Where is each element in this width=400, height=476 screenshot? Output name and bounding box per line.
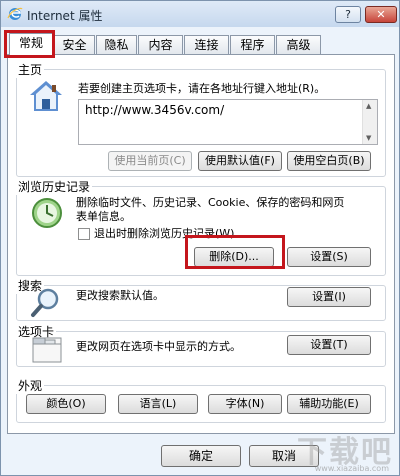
homepage-url: http://www.3456v.com/ xyxy=(85,103,225,117)
homepage-url-box[interactable]: http://www.3456v.com/ ▲ ▼ xyxy=(78,99,378,145)
watermark-url: www.xiazaiba.com xyxy=(314,464,389,473)
help-button[interactable]: ? xyxy=(335,6,361,23)
window-title: Internet 属性 xyxy=(27,9,103,23)
history-clock-icon xyxy=(32,198,62,228)
scroll-up-icon[interactable]: ▲ xyxy=(366,102,371,110)
internet-options-window: Internet 属性 ? ✕ 常规 安全 隐私 内容 连接 程序 高级 主页 … xyxy=(0,0,400,476)
delete-highlight-box xyxy=(185,235,285,269)
history-description-1: 删除临时文件、历史记录、Cookie、保存的密码和网页 xyxy=(76,196,345,209)
tab-connections[interactable]: 连接 xyxy=(184,35,229,55)
appearance-label: 外观 xyxy=(16,377,45,394)
homepage-description: 若要创建主页选项卡，请在各地址行键入地址(R)。 xyxy=(78,82,326,95)
tab-security[interactable]: 安全 xyxy=(54,35,95,55)
tabs-window-icon xyxy=(32,337,62,363)
close-button[interactable]: ✕ xyxy=(365,6,397,23)
accessibility-button[interactable]: 辅助功能(E) xyxy=(287,394,371,414)
tab-highlight-box xyxy=(4,30,55,58)
house-icon xyxy=(30,81,62,111)
use-current-button[interactable]: 使用当前页(C) xyxy=(108,151,192,171)
search-description: 更改搜索默认值。 xyxy=(76,289,164,302)
internet-explorer-icon xyxy=(7,7,23,20)
use-blank-button[interactable]: 使用空白页(B) xyxy=(287,151,371,171)
magnifier-icon xyxy=(31,288,59,317)
scroll-down-icon[interactable]: ▼ xyxy=(366,134,371,142)
history-description-2: 表单信息。 xyxy=(76,210,131,223)
tab-bar: 常规 安全 隐私 内容 连接 程序 高级 xyxy=(7,33,397,56)
tabs-settings-button[interactable]: 设置(T) xyxy=(287,335,371,355)
history-settings-button[interactable]: 设置(S) xyxy=(287,247,371,267)
title-bar: Internet 属性 ? ✕ xyxy=(1,1,399,27)
use-default-button[interactable]: 使用默认值(F) xyxy=(198,151,282,171)
tab-privacy[interactable]: 隐私 xyxy=(96,35,137,55)
tab-advanced[interactable]: 高级 xyxy=(276,35,321,55)
homepage-label: 主页 xyxy=(16,61,45,78)
history-label: 浏览历史记录 xyxy=(16,178,93,195)
homepage-scrollbar[interactable]: ▲ ▼ xyxy=(362,100,377,144)
tab-content[interactable]: 内容 xyxy=(138,35,183,55)
fonts-button[interactable]: 字体(N) xyxy=(208,394,282,414)
delete-on-exit-checkbox[interactable] xyxy=(78,228,90,240)
search-settings-button[interactable]: 设置(I) xyxy=(287,287,371,307)
ok-button[interactable]: 确定 xyxy=(161,445,241,467)
tabs-description: 更改网页在选项卡中显示的方式。 xyxy=(76,340,241,353)
tab-programs[interactable]: 程序 xyxy=(230,35,275,55)
colors-button[interactable]: 颜色(O) xyxy=(26,394,106,414)
languages-button[interactable]: 语言(L) xyxy=(118,394,198,414)
